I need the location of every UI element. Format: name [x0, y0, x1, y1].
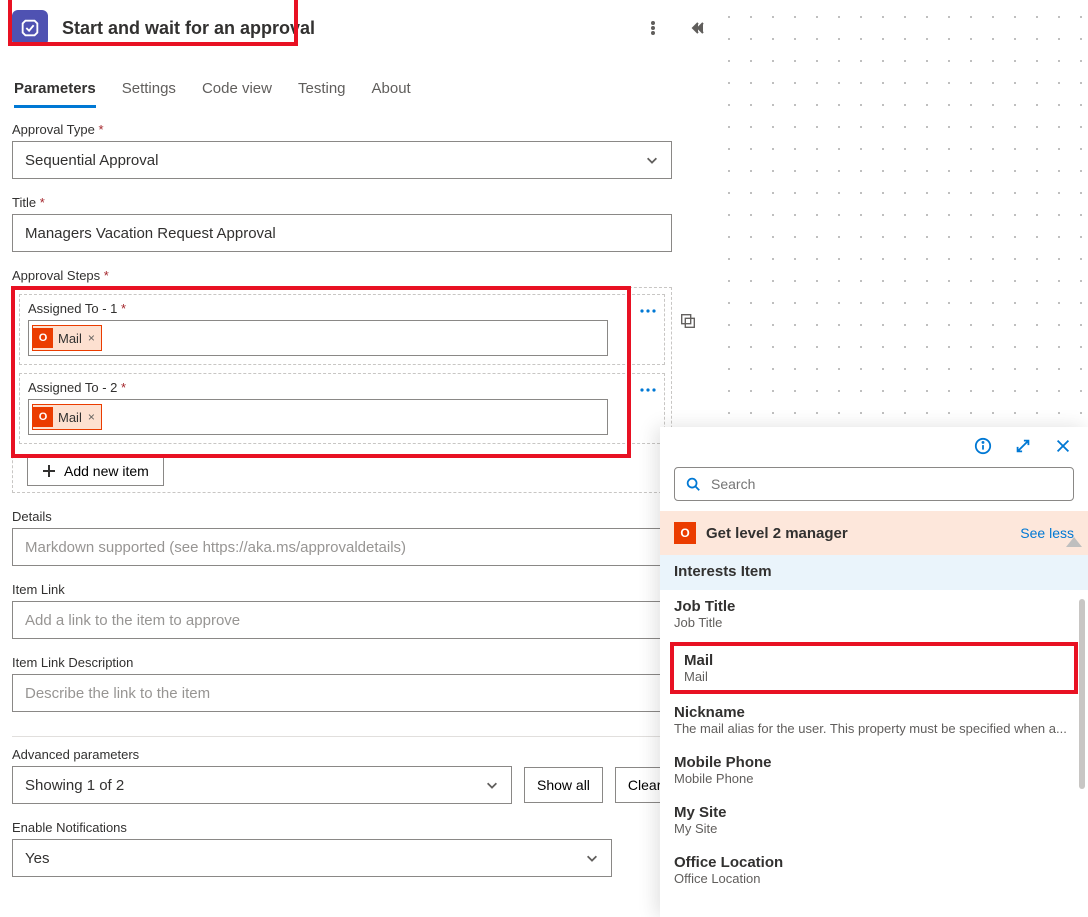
approval-type-select[interactable]: Sequential Approval	[12, 141, 672, 179]
tab-bar: Parameters Settings Code view Testing Ab…	[14, 80, 712, 108]
dynamic-token-mail[interactable]: O Mail ×	[32, 325, 102, 351]
step-1: Assigned To - 1 * O Mail ×	[19, 294, 665, 365]
step-2-more-icon[interactable]	[640, 380, 656, 395]
step-2-label: Assigned To - 2 *	[28, 380, 126, 395]
tab-about[interactable]: About	[372, 80, 411, 108]
label-approval-type: Approval Type *	[12, 122, 712, 137]
item-link-input[interactable]: Add a link to the item to approve	[12, 601, 672, 639]
expand-icon[interactable]	[1012, 435, 1034, 457]
panel-header: Start and wait for an approval	[12, 0, 712, 56]
label-details: Details	[12, 509, 712, 524]
chevron-down-icon	[485, 778, 499, 792]
step-2: Assigned To - 2 * O Mail ×	[19, 373, 665, 444]
property-group-header[interactable]: Interests Item	[660, 555, 1088, 590]
remove-token-icon[interactable]: ×	[88, 331, 95, 345]
property-mail[interactable]: Mail Mail	[670, 642, 1078, 694]
designer-canvas[interactable]	[708, 0, 1088, 440]
approvals-icon	[12, 10, 48, 46]
scrollbar[interactable]	[1079, 599, 1085, 789]
step-1-label: Assigned To - 1 *	[28, 301, 126, 316]
property-nickname[interactable]: Nickname The mail alias for the user. Th…	[660, 696, 1088, 746]
dynamic-search-input[interactable]	[674, 467, 1074, 501]
panel-title: Start and wait for an approval	[62, 18, 642, 39]
label-title: Title *	[12, 195, 712, 210]
tab-parameters[interactable]: Parameters	[14, 80, 96, 108]
show-all-button[interactable]: Show all	[524, 767, 603, 803]
info-icon[interactable]	[972, 435, 994, 457]
label-item-link: Item Link	[12, 582, 712, 597]
office-icon: O	[33, 407, 53, 427]
action-config-panel: Start and wait for an approval Parameter…	[12, 0, 712, 893]
property-my-site[interactable]: My Site My Site	[660, 796, 1088, 846]
title-input[interactable]: Managers Vacation Request Approval	[12, 214, 672, 252]
tab-testing[interactable]: Testing	[298, 80, 346, 108]
label-item-link-desc: Item Link Description	[12, 655, 712, 670]
property-mobile-phone[interactable]: Mobile Phone Mobile Phone	[660, 746, 1088, 796]
tab-code-view[interactable]: Code view	[202, 80, 272, 108]
caret-up-icon	[1066, 537, 1082, 547]
add-new-item-button[interactable]: Add new item	[27, 456, 164, 486]
more-icon[interactable]	[642, 17, 664, 39]
chevron-down-icon	[585, 851, 599, 865]
step-1-more-icon[interactable]	[640, 301, 656, 316]
approval-type-value: Sequential Approval	[25, 152, 158, 169]
dynamic-source-name: Get level 2 manager	[706, 525, 848, 542]
search-field[interactable]	[709, 475, 1063, 493]
dynamic-token-mail[interactable]: O Mail ×	[32, 404, 102, 430]
assigned-to-1-input[interactable]: O Mail ×	[28, 320, 608, 356]
dynamic-properties-list[interactable]: Interests Item Job Title Job Title Mail …	[660, 555, 1088, 917]
label-advanced: Advanced parameters	[12, 747, 712, 762]
search-icon	[685, 476, 701, 492]
dynamic-content-popup: O Get level 2 manager See less Interests…	[660, 427, 1088, 917]
chevron-down-icon	[645, 153, 659, 167]
close-icon[interactable]	[1052, 435, 1074, 457]
approval-steps-container: Assigned To - 1 * O Mail × Assigned To -…	[12, 287, 672, 493]
reorder-handle-icon[interactable]	[676, 309, 700, 333]
advanced-params-select[interactable]: Showing 1 of 2	[12, 766, 512, 804]
label-enable-notifications: Enable Notifications	[12, 820, 712, 835]
tab-settings[interactable]: Settings	[122, 80, 176, 108]
details-input[interactable]: Markdown supported (see https://aka.ms/a…	[12, 528, 672, 566]
assigned-to-2-input[interactable]: O Mail ×	[28, 399, 608, 435]
office-icon: O	[674, 522, 696, 544]
remove-token-icon[interactable]: ×	[88, 410, 95, 424]
office-icon: O	[33, 328, 53, 348]
property-job-title[interactable]: Job Title Job Title	[660, 590, 1088, 640]
divider	[12, 736, 672, 737]
collapse-icon[interactable]	[686, 17, 708, 39]
item-link-desc-input[interactable]: Describe the link to the item	[12, 674, 672, 712]
dynamic-source-row[interactable]: O Get level 2 manager See less	[660, 511, 1088, 555]
label-approval-steps: Approval Steps *	[12, 268, 712, 283]
property-office-location[interactable]: Office Location Office Location	[660, 846, 1088, 896]
enable-notifications-select[interactable]: Yes	[12, 839, 612, 877]
